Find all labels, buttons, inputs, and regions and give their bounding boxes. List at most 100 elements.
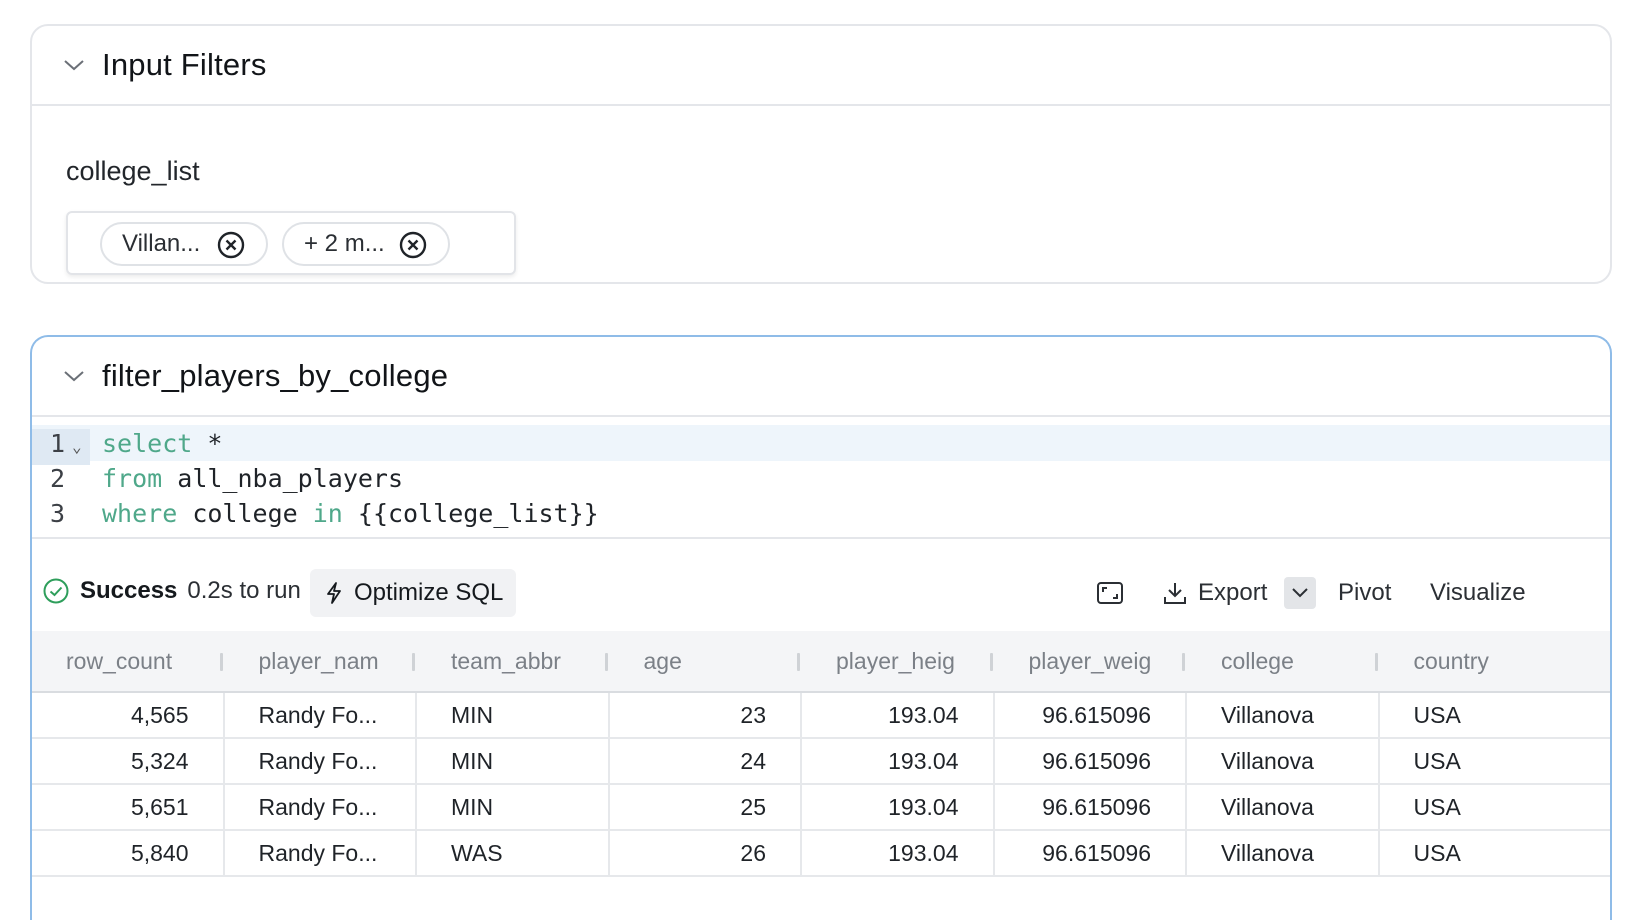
- pivot-button[interactable]: Pivot: [1338, 573, 1391, 613]
- table-row[interactable]: 5,840 Randy Fo... WAS 26 193.04 96.615096 Vill…: [32, 831, 1610, 877]
- status-label: Success: [80, 577, 178, 604]
- sql-token: *: [192, 428, 223, 458]
- expand-button[interactable]: [1096, 573, 1128, 613]
- table-cell: Villanova: [1187, 831, 1380, 875]
- table-cell: Villanova: [1187, 693, 1380, 737]
- divider: [32, 537, 1610, 539]
- run-time: 0.2s to run: [187, 577, 301, 604]
- sql-token: college: [177, 498, 313, 528]
- code-text: where college in {{college_list}}: [90, 499, 599, 528]
- college-list-multiselect[interactable]: Villan... + 2 m...: [66, 211, 516, 275]
- line-number-text: 3: [50, 498, 66, 528]
- optimize-sql-label: Optimize SQL: [354, 579, 504, 606]
- remove-chip-icon[interactable]: [398, 230, 428, 260]
- column-header-label: player_nam: [258, 647, 379, 674]
- table-row[interactable]: 5,651 Randy Fo... MIN 25 193.04 96.615096 Vill…: [32, 785, 1610, 831]
- run-status: Success 0.2s to run: [42, 577, 301, 605]
- column-header[interactable]: player_nam: [225, 631, 418, 691]
- result-toolbar: Success 0.2s to run Optimize SQL Export …: [32, 559, 1610, 629]
- code-text: select *: [90, 429, 222, 458]
- cell-title: filter_players_by_college: [102, 358, 449, 393]
- table-cell: Villanova: [1187, 785, 1380, 829]
- pivot-label: Pivot: [1338, 579, 1392, 606]
- table-cell: 96.615096: [995, 693, 1187, 737]
- column-resize-handle[interactable]: [219, 653, 223, 671]
- column-resize-handle[interactable]: [797, 653, 800, 671]
- table-row[interactable]: 5,324 Randy Fo... MIN 24 193.04 96.615096 Vill…: [32, 739, 1610, 785]
- column-header[interactable]: age: [610, 631, 803, 691]
- table-cell: Randy Fo...: [225, 739, 417, 783]
- table-cell: WAS: [417, 831, 610, 875]
- chevron-down-icon[interactable]: [60, 362, 88, 390]
- table-cell: 25: [610, 785, 802, 829]
- column-header[interactable]: country: [1380, 631, 1573, 691]
- visualize-button[interactable]: Visualize: [1430, 573, 1526, 613]
- table-cell: 23: [610, 693, 802, 737]
- optimize-sql-button[interactable]: Optimize SQL: [310, 569, 516, 617]
- sql-keyword: in: [312, 498, 343, 528]
- chevron-down-icon: [1292, 588, 1308, 598]
- column-header[interactable]: player_heig: [802, 631, 995, 691]
- export-button[interactable]: Export: [1162, 573, 1267, 613]
- table-cell: USA: [1413, 747, 1461, 774]
- column-header-label: player_heig: [836, 647, 955, 674]
- export-label: Export: [1198, 579, 1268, 606]
- chip-label: + 2 m...: [304, 230, 385, 257]
- fold-chevron-icon[interactable]: ⌄: [72, 437, 82, 456]
- column-header[interactable]: college: [1187, 631, 1380, 691]
- code-line[interactable]: 3 where college in {{college_list}}: [32, 495, 1610, 531]
- chevron-down-icon[interactable]: [60, 51, 88, 79]
- card-title: Input Filters: [102, 47, 267, 82]
- table-cell: Randy Fo...: [225, 785, 417, 829]
- lightning-icon: [327, 582, 341, 604]
- column-header-label: player_weig: [1028, 647, 1152, 674]
- table-cell: USA: [1413, 793, 1461, 820]
- code-line[interactable]: 2 from all_nba_players: [32, 460, 1610, 496]
- filter-chip-more[interactable]: + 2 m...: [282, 222, 450, 266]
- column-resize-handle[interactable]: [1182, 653, 1185, 671]
- table-cell: MIN: [417, 785, 610, 829]
- code-line[interactable]: 1 ⌄ select *: [32, 425, 1610, 465]
- table-cell: 193.04: [802, 785, 995, 829]
- table-row[interactable]: 4,565 Randy Fo... MIN 23 193.04 96.615096 Vill…: [32, 693, 1610, 739]
- table-cell: MIN: [417, 693, 610, 737]
- column-header-label: country: [1413, 647, 1489, 674]
- table-body: 4,565 Randy Fo... MIN 23 193.04 96.615096 Vill…: [32, 693, 1610, 877]
- table-cell: Randy Fo...: [225, 693, 417, 737]
- column-header-label: team_abbr: [451, 647, 561, 674]
- column-resize-handle[interactable]: [412, 653, 415, 671]
- line-number-text: 2: [50, 463, 66, 493]
- filter-chip[interactable]: Villan...: [100, 222, 268, 266]
- table-cell: Randy Fo...: [225, 831, 417, 875]
- line-number: 2: [32, 464, 90, 493]
- code-text: from all_nba_players: [90, 464, 403, 493]
- column-header[interactable]: row_count: [32, 631, 225, 691]
- column-header-label: college: [1221, 647, 1294, 674]
- column-header[interactable]: team_abbr: [417, 631, 610, 691]
- sql-keyword: from: [102, 463, 163, 493]
- column-header-label: row_count: [66, 647, 173, 674]
- export-dropdown-button[interactable]: [1284, 577, 1316, 609]
- expand-icon: [1097, 582, 1123, 604]
- table-cell: 96.615096: [995, 739, 1187, 783]
- table-cell: 5,840: [32, 831, 225, 875]
- sql-token: {{college_list}}: [342, 498, 599, 528]
- table-header: row_count player_nam team_abbr age player_he…: [32, 631, 1610, 693]
- remove-chip-icon[interactable]: [216, 230, 246, 260]
- table-cell: USA: [1413, 701, 1461, 728]
- column-header[interactable]: player_weig: [995, 631, 1188, 691]
- sql-keyword: select: [102, 428, 193, 458]
- column-resize-handle[interactable]: [604, 653, 608, 671]
- sql-cell-header[interactable]: filter_players_by_college: [32, 337, 1610, 417]
- column-resize-handle[interactable]: [989, 653, 993, 671]
- table-cell: Villanova: [1187, 739, 1380, 783]
- line-number-text: 1: [50, 428, 66, 458]
- input-filters-header[interactable]: Input Filters: [32, 26, 1610, 106]
- line-number: 1 ⌄: [32, 428, 90, 465]
- table-cell: 5,324: [32, 739, 225, 783]
- table-cell: MIN: [417, 739, 610, 783]
- results-table: row_count player_nam team_abbr age player_he…: [32, 631, 1610, 877]
- sql-editor[interactable]: 1 ⌄ select * 2 from all_nba_players 3 where co…: [32, 417, 1610, 543]
- table-cell: 24: [610, 739, 802, 783]
- column-resize-handle[interactable]: [1374, 653, 1378, 671]
